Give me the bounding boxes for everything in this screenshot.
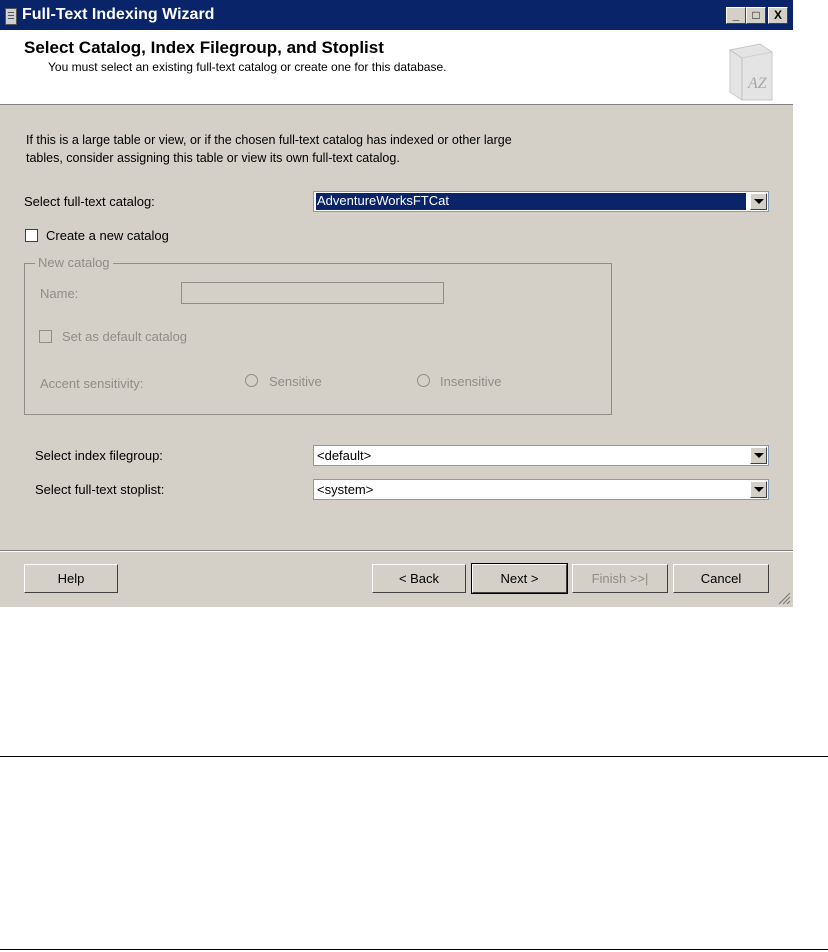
- back-button[interactable]: < Back: [372, 564, 466, 593]
- book-label: AZ: [747, 75, 768, 92]
- stoplist-label: Select full-text stoplist:: [35, 482, 165, 497]
- wizard-window-icon: [5, 8, 17, 25]
- insensitive-label: Insensitive: [440, 374, 502, 389]
- default-catalog-label: Set as default catalog: [62, 329, 188, 344]
- stoplist-select[interactable]: <system>: [313, 479, 769, 500]
- new-catalog-group-label: New catalog: [35, 255, 113, 270]
- catalog-select[interactable]: AdventureWorksFTCat: [313, 191, 769, 212]
- help-button[interactable]: Help: [24, 564, 118, 593]
- wizard-header: Select Catalog, Index Filegroup, and Sto…: [0, 30, 793, 105]
- window-title: Full-Text Indexing Wizard: [22, 6, 215, 23]
- filegroup-value: <default>: [317, 448, 372, 463]
- title-bar[interactable]: Full-Text Indexing Wizard _ □ X: [0, 0, 793, 30]
- sensitive-radio[interactable]: [245, 374, 258, 387]
- name-label: Name:: [40, 286, 79, 301]
- sensitive-label: Sensitive: [269, 374, 322, 389]
- create-catalog-checkbox[interactable]: [25, 229, 38, 242]
- footer-separator: [0, 550, 793, 551]
- page-rule-bottom: [0, 949, 828, 950]
- page-title: Select Catalog, Index Filegroup, and Sto…: [24, 38, 384, 57]
- filegroup-select[interactable]: <default>: [313, 445, 769, 466]
- chevron-down-icon[interactable]: [750, 481, 767, 498]
- new-catalog-group: New catalog Name: Set as default catalog…: [24, 255, 612, 415]
- accent-sensitivity-label: Accent sensitivity:: [40, 376, 144, 391]
- chevron-down-icon[interactable]: [750, 447, 767, 464]
- wizard-dialog: Full-Text Indexing Wizard _ □ X Select C…: [0, 0, 793, 607]
- resize-grip-icon[interactable]: [777, 591, 791, 605]
- catalog-name-input[interactable]: [181, 282, 444, 304]
- finish-button[interactable]: Finish >>|: [572, 564, 668, 593]
- maximize-button[interactable]: □: [746, 7, 766, 24]
- close-button[interactable]: X: [768, 7, 788, 24]
- stoplist-value: <system>: [317, 482, 374, 497]
- intro-line-2: tables, consider assigning this table or…: [26, 151, 400, 165]
- page-subtitle: You must select an existing full-text ca…: [48, 60, 447, 74]
- create-catalog-label: Create a new catalog: [46, 228, 169, 243]
- catalog-label: Select full-text catalog:: [24, 194, 155, 209]
- catalog-value: AdventureWorksFTCat: [316, 193, 746, 210]
- filegroup-label: Select index filegroup:: [35, 448, 163, 463]
- default-catalog-checkbox[interactable]: [39, 330, 52, 343]
- cancel-button[interactable]: Cancel: [673, 564, 769, 593]
- insensitive-radio[interactable]: [417, 374, 430, 387]
- next-button[interactable]: Next >: [471, 563, 568, 594]
- catalog-book-icon: AZ: [729, 43, 773, 101]
- page-rule-top: [0, 756, 828, 757]
- intro-text: If this is a large table or view, or if …: [26, 131, 586, 167]
- intro-line-1: If this is a large table or view, or if …: [26, 133, 512, 147]
- minimize-button[interactable]: _: [726, 7, 746, 24]
- chevron-down-icon[interactable]: [750, 193, 767, 210]
